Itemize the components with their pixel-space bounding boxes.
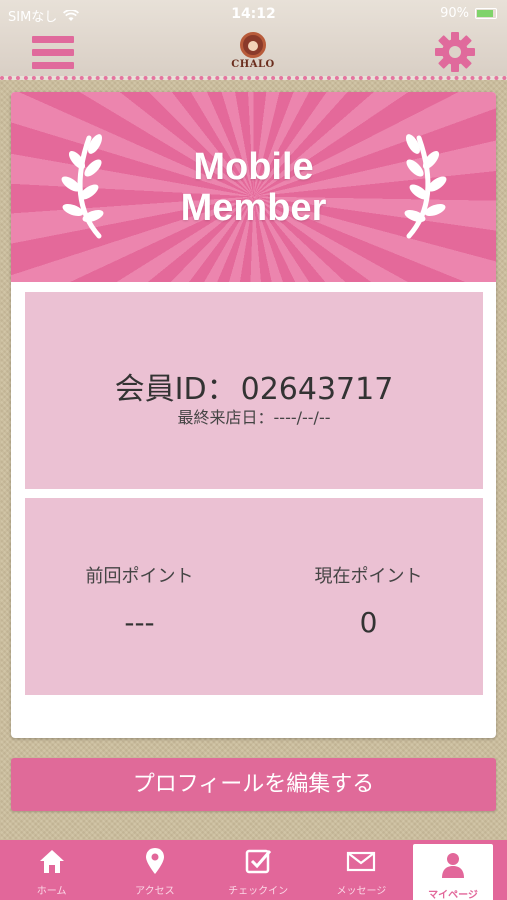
member-id-label: 会員ID： [114,372,237,407]
points-panel: 前回ポイント --- 現在ポイント 0 [25,498,483,695]
map-pin-icon [145,848,164,874]
member-id: 会員ID： 02643717 [25,364,483,408]
tab-access-label: アクセス [135,886,175,897]
last-visit: 最終来店日：----/--/-- [25,404,483,428]
previous-points-label: 前回ポイント [85,566,194,587]
current-points: 現在ポイント 0 [254,562,483,639]
tab-home-label: ホーム [36,886,67,897]
tab-access[interactable]: アクセス [103,840,206,900]
battery-icon [475,8,497,19]
status-bar: SIMなし 14:12 90% [0,0,507,28]
current-points-label: 現在ポイント [314,566,423,587]
current-points-value: 0 [359,606,378,639]
last-visit-label: 最終来店日： [177,408,274,427]
gear-icon[interactable] [434,31,476,73]
hamburger-menu-icon[interactable] [32,36,74,70]
member-id-value: 02643717 [240,372,394,407]
tab-home[interactable]: ホーム [0,840,103,900]
previous-points: 前回ポイント --- [25,562,254,639]
tab-mypage[interactable]: マイページ [413,844,493,900]
status-right: 90% [440,6,497,21]
battery-percent: 90% [440,6,469,21]
tab-checkin[interactable]: チェックイン [207,840,310,900]
laurel-right-icon [404,134,447,239]
home-icon [39,850,64,873]
edit-profile-button[interactable]: プロフィールを編集する [11,758,496,811]
tab-message-label: メッセージ [336,886,387,897]
person-icon [442,853,464,878]
tab-bar: ホーム アクセス チェックイン メッセージ マイページ [0,840,507,900]
tab-checkin-label: チェックイン [228,886,289,897]
tab-mypage-label: マイページ [428,890,478,900]
member-id-panel: 会員ID： 02643717 最終来店日：----/--/-- [25,292,483,489]
last-visit-value: ----/--/-- [273,408,331,427]
mail-icon [347,851,376,872]
checkin-icon [245,849,272,874]
logo: CHALO [230,32,276,76]
logo-mascot [240,32,266,58]
logo-text: CHALO [231,59,275,70]
previous-points-value: --- [124,606,155,639]
member-card: Mobile Member 会員ID： 02643717 最終来店日：----/-… [11,92,496,738]
tab-message[interactable]: メッセージ [310,840,413,900]
member-banner: Mobile Member [11,92,496,282]
clock: 14:12 [231,6,276,22]
